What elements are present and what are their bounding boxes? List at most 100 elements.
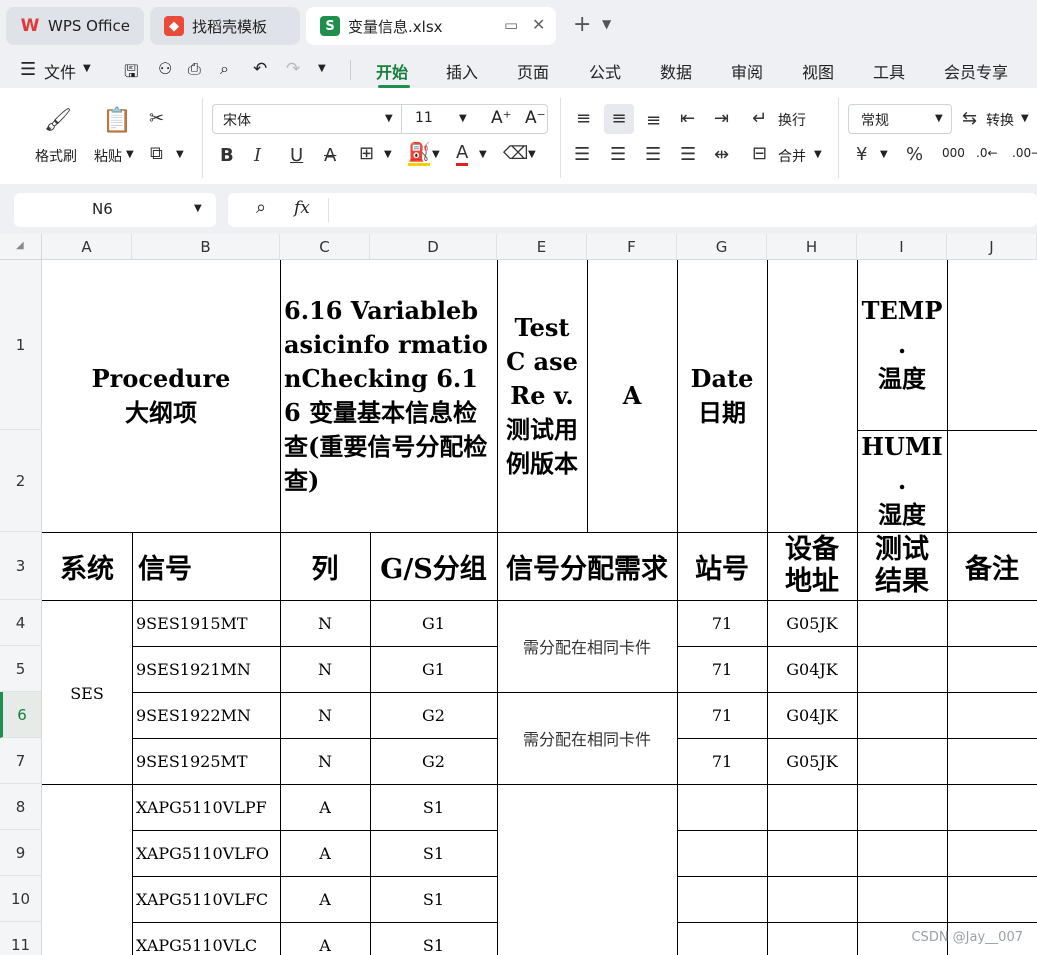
fx-icon[interactable]: fx xyxy=(294,198,310,218)
convert-icon[interactable]: ⇆ xyxy=(962,108,977,129)
date-cell[interactable]: Date 日期 xyxy=(677,260,768,533)
result-cell[interactable] xyxy=(857,692,948,739)
group-cell[interactable]: S1 xyxy=(370,876,498,923)
group-cell[interactable]: S1 xyxy=(370,830,498,877)
menu-item-page[interactable]: 页面 xyxy=(517,59,549,83)
menu-item-data[interactable]: 数据 xyxy=(660,59,692,83)
align-right-icon[interactable]: ☰ xyxy=(645,144,661,165)
remark-cell[interactable] xyxy=(947,646,1037,693)
menu-item-review[interactable]: 审阅 xyxy=(731,59,763,83)
chevron-down-icon[interactable]: ▼ xyxy=(602,17,611,31)
address-cell[interactable]: G05JK xyxy=(767,738,858,785)
convert-button[interactable]: 转换 xyxy=(986,110,1014,130)
chevron-down-icon[interactable]: ▼ xyxy=(385,113,393,124)
header-remark[interactable]: 备注 xyxy=(947,532,1037,601)
station-cell[interactable]: 71 xyxy=(677,738,768,785)
chevron-down-icon[interactable]: ▼ xyxy=(83,63,91,74)
zoom-icon[interactable]: ⌕ xyxy=(256,197,266,218)
requirement-cell[interactable]: 需分配在相同卡件 xyxy=(497,600,678,693)
font-selector[interactable]: 宋体 ▼ 11 ▼ A⁺ A⁻ xyxy=(212,104,548,134)
align-left-icon[interactable]: ☰ xyxy=(574,144,590,165)
signal-cell[interactable]: 9SES1921MN xyxy=(132,646,281,693)
group-cell[interactable]: G1 xyxy=(370,600,498,647)
font-size[interactable]: 11 xyxy=(415,110,433,126)
eraser-icon[interactable]: ⌫ xyxy=(503,143,528,164)
menu-item-vip[interactable]: 会员专享 xyxy=(944,59,1008,83)
signal-cell[interactable]: XAPG5110VLPF xyxy=(132,784,281,831)
number-format-selector[interactable]: 常规 ▼ xyxy=(848,104,952,134)
row-header-6[interactable]: 6 xyxy=(0,692,42,738)
paste-icon[interactable]: 📋 xyxy=(102,106,132,134)
header-group[interactable]: G/S分组 xyxy=(370,532,498,601)
station-cell[interactable]: 71 xyxy=(677,646,768,693)
header-column[interactable]: 列 xyxy=(280,532,371,601)
group-cell[interactable]: S1 xyxy=(370,784,498,831)
format-painter-icon[interactable]: 🖌 xyxy=(44,108,72,133)
share-icon[interactable]: ⚇ xyxy=(158,59,172,78)
temp-value-cell[interactable] xyxy=(947,260,1037,431)
chevron-down-icon[interactable]: ▼ xyxy=(459,113,467,124)
chevron-down-icon[interactable]: ▼ xyxy=(384,149,392,160)
new-tab-button[interactable]: + xyxy=(573,12,591,37)
remark-cell[interactable] xyxy=(947,738,1037,785)
wrap-text-button[interactable]: 换行 xyxy=(778,110,806,130)
testcase-cell[interactable]: TestC aseRe v. 测试用例版本 xyxy=(497,260,588,533)
station-cell[interactable]: 71 xyxy=(677,600,768,647)
save-icon[interactable]: 🖫 xyxy=(124,59,138,88)
print-icon[interactable]: ⎙ xyxy=(188,59,201,79)
menu-item-formula[interactable]: 公式 xyxy=(589,59,621,83)
chevron-down-icon[interactable]: ▼ xyxy=(194,203,202,214)
signal-cell[interactable]: XAPG5110VLC xyxy=(132,922,281,955)
station-cell[interactable] xyxy=(677,830,768,877)
address-cell[interactable]: G05JK xyxy=(767,600,858,647)
header-signal[interactable]: 信号 xyxy=(132,532,281,601)
thousands-icon[interactable]: 000 xyxy=(942,146,965,160)
title-cell[interactable]: 6.16 Variablebasicinfo rmationChecking 6… xyxy=(280,260,498,533)
chevron-down-icon[interactable]: ▼ xyxy=(1021,113,1029,124)
column-cell[interactable]: A xyxy=(280,784,371,831)
column-header-f[interactable]: F xyxy=(587,234,677,260)
temp-cell[interactable]: TEMP . 温度 xyxy=(857,260,948,431)
result-cell[interactable] xyxy=(857,646,948,693)
address-cell[interactable] xyxy=(767,922,858,955)
wrap-text-icon[interactable]: ↵ xyxy=(752,108,767,129)
row-header-3[interactable]: 3 xyxy=(0,532,42,600)
version-cell[interactable]: A xyxy=(587,260,678,533)
signal-cell[interactable]: XAPG5110VLFC xyxy=(132,876,281,923)
row-header-1[interactable]: 1 xyxy=(0,260,42,430)
underline-icon[interactable]: U xyxy=(290,145,303,166)
format-painter-button[interactable]: 格式刷 xyxy=(35,146,77,166)
row-header-2[interactable]: 2 xyxy=(0,430,42,532)
result-cell[interactable] xyxy=(857,738,948,785)
address-cell[interactable]: G04JK xyxy=(767,646,858,693)
column-cell[interactable]: A xyxy=(280,830,371,877)
copy-icon[interactable]: ⧉ xyxy=(150,143,163,164)
station-cell[interactable] xyxy=(677,922,768,955)
row-header-9[interactable]: 9 xyxy=(0,830,42,876)
result-cell[interactable] xyxy=(857,600,948,647)
cut-icon[interactable]: ✂ xyxy=(149,108,164,129)
signal-cell[interactable]: 9SES1925MT xyxy=(132,738,281,785)
chevron-down-icon[interactable]: ▼ xyxy=(479,149,487,160)
align-middle-icon[interactable]: ≡ xyxy=(604,104,634,134)
column-header-h[interactable]: H xyxy=(767,234,857,260)
humi-cell[interactable]: HUMI . 湿度 xyxy=(857,430,948,533)
align-top-icon[interactable]: ≡ xyxy=(576,108,591,129)
remark-cell[interactable] xyxy=(947,692,1037,739)
merge-icon[interactable]: ⊟ xyxy=(752,143,767,164)
chevron-down-icon[interactable]: ▼ xyxy=(814,149,822,160)
fill-color-icon[interactable]: ⛽ xyxy=(408,142,431,166)
station-cell[interactable]: 71 xyxy=(677,692,768,739)
column-header-j[interactable]: J xyxy=(947,234,1037,260)
print-preview-icon[interactable]: ⌕ xyxy=(220,59,229,79)
monitor-icon[interactable]: ▭ xyxy=(504,16,518,34)
column-header-b[interactable]: B xyxy=(132,234,280,260)
menu-item-tools[interactable]: 工具 xyxy=(873,59,905,83)
result-cell[interactable] xyxy=(857,784,948,831)
font-color-icon[interactable]: A xyxy=(456,142,469,166)
select-all-corner[interactable]: ◢ xyxy=(0,234,42,260)
decimal-increase-icon[interactable]: .0← xyxy=(976,146,998,160)
redo-icon[interactable]: ↷ xyxy=(286,59,300,79)
paste-button[interactable]: 粘贴 xyxy=(94,146,122,166)
column-header-e[interactable]: E xyxy=(497,234,587,260)
